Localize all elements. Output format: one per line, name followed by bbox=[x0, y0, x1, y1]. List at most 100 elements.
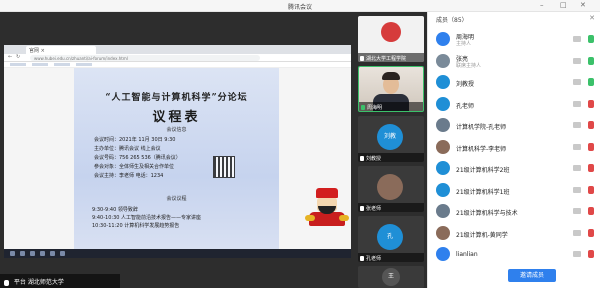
poster-section-agenda: 会议议程 bbox=[166, 196, 187, 202]
mic-icon[interactable] bbox=[588, 164, 594, 172]
back-icon[interactable]: ← bbox=[8, 54, 12, 60]
mic-icon[interactable] bbox=[588, 56, 594, 65]
close-panel-icon[interactable]: ✕ bbox=[589, 14, 595, 22]
avatar bbox=[436, 247, 450, 261]
avatar bbox=[436, 161, 450, 175]
mic-icon[interactable] bbox=[588, 121, 594, 129]
member-role: 主持人 bbox=[456, 41, 472, 47]
video-tile[interactable]: 刘教 刘教授 bbox=[358, 116, 424, 162]
mic-icon[interactable] bbox=[588, 185, 594, 194]
camera-icon[interactable] bbox=[573, 122, 581, 128]
camera-icon[interactable] bbox=[573, 165, 581, 171]
avatar bbox=[377, 174, 403, 200]
avatar bbox=[436, 139, 450, 154]
members-panel-header: 成员（85） ✕ bbox=[428, 12, 600, 26]
camera-icon[interactable] bbox=[573, 100, 581, 107]
member-name: 21级计算机科学2班 bbox=[456, 167, 510, 174]
member-row[interactable]: 孔老师 bbox=[428, 93, 600, 115]
tile-label: 孔老师 bbox=[366, 256, 382, 262]
god-of-wealth-sticker bbox=[305, 188, 349, 226]
camera-icon[interactable] bbox=[573, 229, 581, 236]
bookmark-item[interactable] bbox=[54, 63, 70, 66]
camera-icon[interactable] bbox=[573, 57, 581, 64]
member-row[interactable]: 计算机学院-孔老师 bbox=[428, 114, 600, 136]
member-row[interactable]: lianlian bbox=[428, 243, 600, 265]
taskbar-app-icon[interactable] bbox=[20, 251, 25, 256]
avatar: 王 bbox=[382, 268, 400, 286]
bookmark-item[interactable] bbox=[76, 63, 92, 66]
video-tile-active-speaker[interactable]: 周海明 bbox=[358, 66, 424, 112]
member-name: 21级计算机科学1班 bbox=[456, 188, 510, 196]
avatar bbox=[436, 32, 450, 46]
poster-subtitle: 议程表 bbox=[152, 110, 201, 125]
window-title: 腾讯会议 bbox=[287, 4, 312, 11]
start-icon[interactable] bbox=[10, 251, 15, 256]
avatar: 孔 bbox=[377, 224, 403, 250]
camera-icon[interactable] bbox=[573, 186, 581, 193]
agenda-poster: “人工智能与计算机科学”分论坛 议程表 会议信息 会议时间：2021年 11月 … bbox=[74, 68, 279, 249]
member-role: 联席主持人 bbox=[456, 62, 482, 69]
qr-code bbox=[213, 156, 235, 178]
camera-icon[interactable] bbox=[573, 79, 581, 85]
mic-icon[interactable] bbox=[588, 250, 594, 258]
shared-browser-window: 官网 × ← ↻ www.hubei.edu.cn/zhuanti/ai-for… bbox=[4, 45, 351, 258]
poster-agenda-line: 9:40-10:30 人工智能前沿技术报告——专家讲座 bbox=[92, 215, 202, 221]
poster-agenda-lines: 9:30-9:40 领导致辞 9:40-10:30 人工智能前沿技术报告——专家讲… bbox=[92, 206, 262, 230]
video-tile[interactable]: 孔 孔老师 bbox=[358, 216, 424, 262]
avatar bbox=[436, 118, 450, 132]
mic-icon[interactable] bbox=[588, 99, 594, 108]
mic-icon[interactable] bbox=[588, 142, 594, 151]
bookmark-item[interactable] bbox=[32, 63, 48, 66]
camera-icon[interactable] bbox=[573, 208, 581, 214]
video-tile[interactable]: 王 bbox=[358, 266, 424, 288]
member-name: 21级计算机-黄同学 bbox=[456, 231, 508, 239]
video-tile[interactable]: 湖北大学工程学院 bbox=[358, 16, 424, 62]
school-logo-icon bbox=[381, 22, 401, 42]
mic-icon[interactable] bbox=[588, 228, 594, 237]
avatar bbox=[436, 225, 450, 240]
taskbar-app-icon[interactable] bbox=[50, 251, 55, 256]
camera-icon[interactable] bbox=[573, 36, 581, 42]
url-field[interactable]: www.hubei.edu.cn/zhuanti/ai-forum/index.… bbox=[30, 55, 260, 61]
poster-title: “人工智能与计算机科学”分论坛 bbox=[105, 93, 248, 103]
minimize-icon[interactable]: – bbox=[540, 1, 544, 9]
bookmark-item[interactable] bbox=[10, 63, 26, 66]
member-row[interactable]: 21级计算机科学1班 bbox=[428, 179, 600, 201]
maximize-icon[interactable]: □ bbox=[560, 1, 567, 9]
browser-tab[interactable]: 官网 × bbox=[26, 46, 96, 54]
mic-icon[interactable] bbox=[588, 207, 594, 215]
taskbar-app-icon[interactable] bbox=[60, 251, 65, 256]
member-row[interactable]: 21级计算机科学与技术 bbox=[428, 200, 600, 222]
taskbar-app-icon[interactable] bbox=[30, 251, 35, 256]
members-panel-title: 成员（85） bbox=[436, 17, 468, 24]
browser-content: “人工智能与计算机科学”分论坛 议程表 会议信息 会议时间：2021年 11月 … bbox=[4, 68, 351, 249]
video-tile[interactable]: 张老师 bbox=[358, 166, 424, 212]
close-icon[interactable]: ✕ bbox=[580, 1, 586, 9]
poster-agenda-line: 9:30-9:40 领导致辞 bbox=[92, 207, 138, 213]
member-name: 计算机科学-李老师 bbox=[456, 145, 507, 153]
member-row[interactable]: 计算机科学-李老师 bbox=[428, 136, 600, 158]
taskbar-app-icon[interactable] bbox=[40, 251, 45, 256]
camera-icon[interactable] bbox=[573, 251, 581, 257]
member-name: 计算机学院-孔老师 bbox=[456, 124, 507, 131]
refresh-icon[interactable]: ↻ bbox=[16, 54, 20, 60]
meeting-window: 腾讯会议 – □ ✕ 官网 × ← ↻ www.hubei.edu.cn/zhu… bbox=[0, 0, 600, 288]
invite-button[interactable]: 邀请成员 bbox=[508, 269, 556, 282]
members-panel: 成员（85） ✕ 周海明 主持人 张亮 联席主持人刘教授孔老师计算机学院-孔老师 计算机… bbox=[427, 12, 600, 288]
avatar bbox=[436, 182, 450, 197]
member-row[interactable]: 21级计算机-黄同学 bbox=[428, 222, 600, 244]
member-row[interactable]: 21级计算机科学2班 bbox=[428, 157, 600, 179]
tile-label: 周海明 bbox=[367, 105, 383, 111]
avatar bbox=[436, 204, 450, 218]
mic-icon[interactable] bbox=[588, 78, 594, 86]
tile-label: 张老师 bbox=[366, 206, 382, 212]
member-row[interactable]: 张亮 联席主持人 bbox=[428, 50, 600, 72]
member-name: lianlian bbox=[456, 251, 478, 258]
member-name: 刘教授 bbox=[456, 81, 475, 88]
camera-icon[interactable] bbox=[573, 143, 581, 150]
member-row[interactable]: 周海明 主持人 bbox=[428, 28, 600, 50]
member-row[interactable]: 刘教授 bbox=[428, 71, 600, 93]
presenter-name-bar: 平台 湖北师范大学 bbox=[0, 274, 120, 288]
mic-icon[interactable] bbox=[588, 35, 594, 43]
avatar bbox=[436, 96, 450, 111]
